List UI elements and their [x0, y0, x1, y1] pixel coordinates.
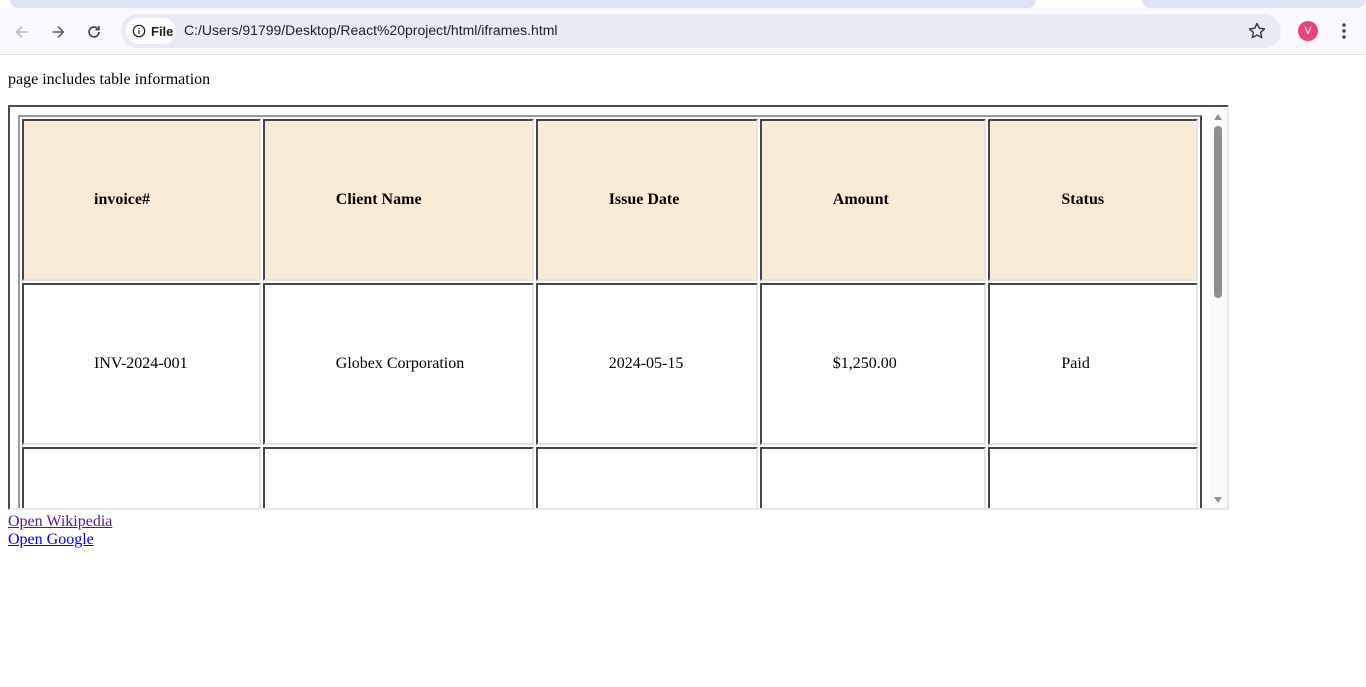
- reload-button[interactable]: [81, 19, 107, 45]
- cell-client-name: [262, 447, 534, 508]
- cell-client-name: Globex Corporation: [262, 283, 534, 445]
- cell-status: Paid: [988, 283, 1198, 445]
- iframe-container[interactable]: invoice# Client Name Issue Date Amount S…: [8, 105, 1229, 510]
- browser-toolbar: File C:/Users/91799/Desktop/React%20proj…: [0, 8, 1366, 55]
- tab-background-right[interactable]: [1142, 0, 1366, 8]
- open-wikipedia-link[interactable]: Open Wikipedia: [8, 513, 112, 531]
- intro-text: page includes table information: [8, 71, 211, 88]
- column-header-invoice: invoice#: [22, 119, 261, 281]
- forward-button[interactable]: [45, 19, 71, 45]
- invoice-table: invoice# Client Name Issue Date Amount S…: [18, 115, 1202, 508]
- address-bar[interactable]: File C:/Users/91799/Desktop/React%20proj…: [121, 14, 1281, 48]
- site-info-chip[interactable]: File: [126, 18, 176, 44]
- scrollbar-thumb[interactable]: [1214, 126, 1222, 298]
- cell-issue-date: [535, 447, 758, 508]
- tab-strip: [0, 0, 1366, 8]
- column-header-status: Status: [988, 119, 1198, 281]
- cell-status: [988, 447, 1198, 508]
- avatar-letter: V: [1304, 25, 1312, 37]
- cell-invoice: [22, 447, 261, 508]
- scroll-down-icon[interactable]: [1214, 496, 1222, 504]
- cell-amount: [759, 447, 987, 508]
- profile-avatar[interactable]: V: [1298, 21, 1318, 41]
- table-row: [22, 447, 1198, 508]
- link-list: Open Wikipedia Open Google: [8, 513, 112, 549]
- arrow-right-icon: [52, 26, 65, 38]
- iframe-scrollbar[interactable]: [1209, 107, 1227, 508]
- column-header-amount: Amount: [759, 119, 987, 281]
- cell-amount: $1,250.00: [759, 283, 987, 445]
- bookmark-star-icon[interactable]: [1247, 21, 1267, 41]
- site-info-label: File: [151, 23, 174, 39]
- more-vert-icon[interactable]: [1334, 21, 1354, 41]
- cell-invoice: INV-2024-001: [22, 283, 261, 445]
- cell-issue-date: 2024-05-15: [535, 283, 758, 445]
- back-button[interactable]: [9, 19, 35, 45]
- reload-icon: [88, 26, 100, 38]
- tab-background[interactable]: [10, 0, 1036, 8]
- open-google-link[interactable]: Open Google: [8, 531, 112, 549]
- iframe-viewport: invoice# Client Name Issue Date Amount S…: [10, 107, 1209, 508]
- arrow-left-icon: [15, 26, 28, 38]
- column-header-client-name: Client Name: [262, 119, 534, 281]
- column-header-issue-date: Issue Date: [535, 119, 758, 281]
- info-icon: [132, 24, 146, 38]
- page-content: page includes table information invoice#…: [0, 55, 1366, 687]
- scroll-up-icon[interactable]: [1214, 113, 1222, 121]
- table-row: INV-2024-001 Globex Corporation 2024-05-…: [22, 283, 1198, 445]
- table-header-row: invoice# Client Name Issue Date Amount S…: [22, 119, 1198, 281]
- url-text[interactable]: C:/Users/91799/Desktop/React%20project/h…: [184, 22, 557, 38]
